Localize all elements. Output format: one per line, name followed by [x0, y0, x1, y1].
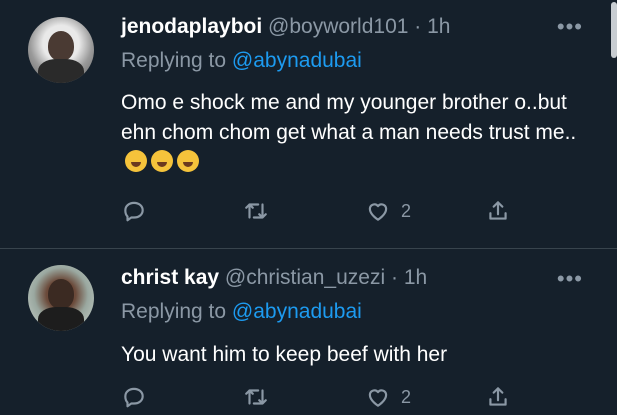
reply-button[interactable] [121, 382, 147, 412]
rolling-on-floor-laughing-emoji-icon [151, 150, 173, 172]
avatar-body [38, 307, 84, 331]
rolling-on-floor-laughing-emoji-icon [125, 150, 147, 172]
separator-dot: · [390, 266, 398, 289]
more-icon[interactable]: ••• [557, 14, 583, 40]
share-button[interactable] [485, 382, 511, 412]
replying-to-link[interactable]: @abynadubai [232, 49, 362, 72]
rolling-on-floor-laughing-emoji-icon [177, 150, 199, 172]
tweet[interactable]: jenodaplayboi @boyworld101 · 1h ••• Repl… [0, 0, 617, 248]
avatar-head [48, 31, 74, 61]
more-icon[interactable]: ••• [557, 266, 583, 292]
display-name[interactable]: christ kay [121, 266, 219, 289]
retweet-icon [245, 389, 267, 405]
share-icon [489, 387, 507, 406]
like-button[interactable]: 2 [365, 196, 411, 226]
avatar-body [38, 59, 84, 83]
like-icon [368, 389, 388, 407]
tweet-header: christ kay @christian_uzezi · 1h [121, 266, 427, 290]
tweet-actions: 2 [121, 196, 521, 226]
share-button[interactable] [485, 196, 511, 226]
replying-to-link[interactable]: @abynadubai [232, 300, 362, 323]
like-count: 2 [401, 200, 412, 221]
tweet-header: jenodaplayboi @boyworld101 · 1h [121, 15, 450, 39]
like-icon [368, 203, 388, 221]
replying-to-label: Replying to [121, 49, 232, 72]
timestamp[interactable]: 1h [427, 15, 450, 38]
replying-to: Replying to @abynadubai [121, 300, 362, 324]
avatar-head [48, 279, 74, 309]
tweet-divider [0, 248, 617, 249]
timestamp[interactable]: 1h [404, 266, 427, 289]
replying-to: Replying to @abynadubai [121, 49, 362, 73]
tweet-text: You want him to keep beef with her [121, 343, 448, 366]
user-handle[interactable]: @christian_uzezi [225, 266, 385, 289]
tweet-text-body: Omo e shock me and my younger brother o.… [121, 91, 577, 144]
reply-icon [124, 201, 144, 222]
like-button[interactable]: 2 [365, 382, 411, 412]
reply-icon [124, 387, 144, 408]
replying-to-label: Replying to [121, 300, 232, 323]
scrollbar[interactable] [611, 2, 617, 58]
retweet-button[interactable] [243, 382, 269, 412]
avatar[interactable] [28, 265, 94, 331]
user-handle[interactable]: @boyworld101 [268, 15, 408, 38]
retweet-icon [245, 203, 267, 219]
separator-dot: · [414, 15, 422, 38]
retweet-button[interactable] [243, 196, 269, 226]
tweet-actions: 2 [121, 382, 521, 412]
share-icon [489, 201, 507, 220]
display-name[interactable]: jenodaplayboi [121, 15, 262, 38]
like-count: 2 [401, 386, 412, 407]
tweet-text: Omo e shock me and my younger brother o.… [121, 88, 591, 178]
tweet[interactable]: christ kay @christian_uzezi · 1h ••• Rep… [0, 250, 617, 415]
reply-button[interactable] [121, 196, 147, 226]
avatar[interactable] [28, 17, 94, 83]
